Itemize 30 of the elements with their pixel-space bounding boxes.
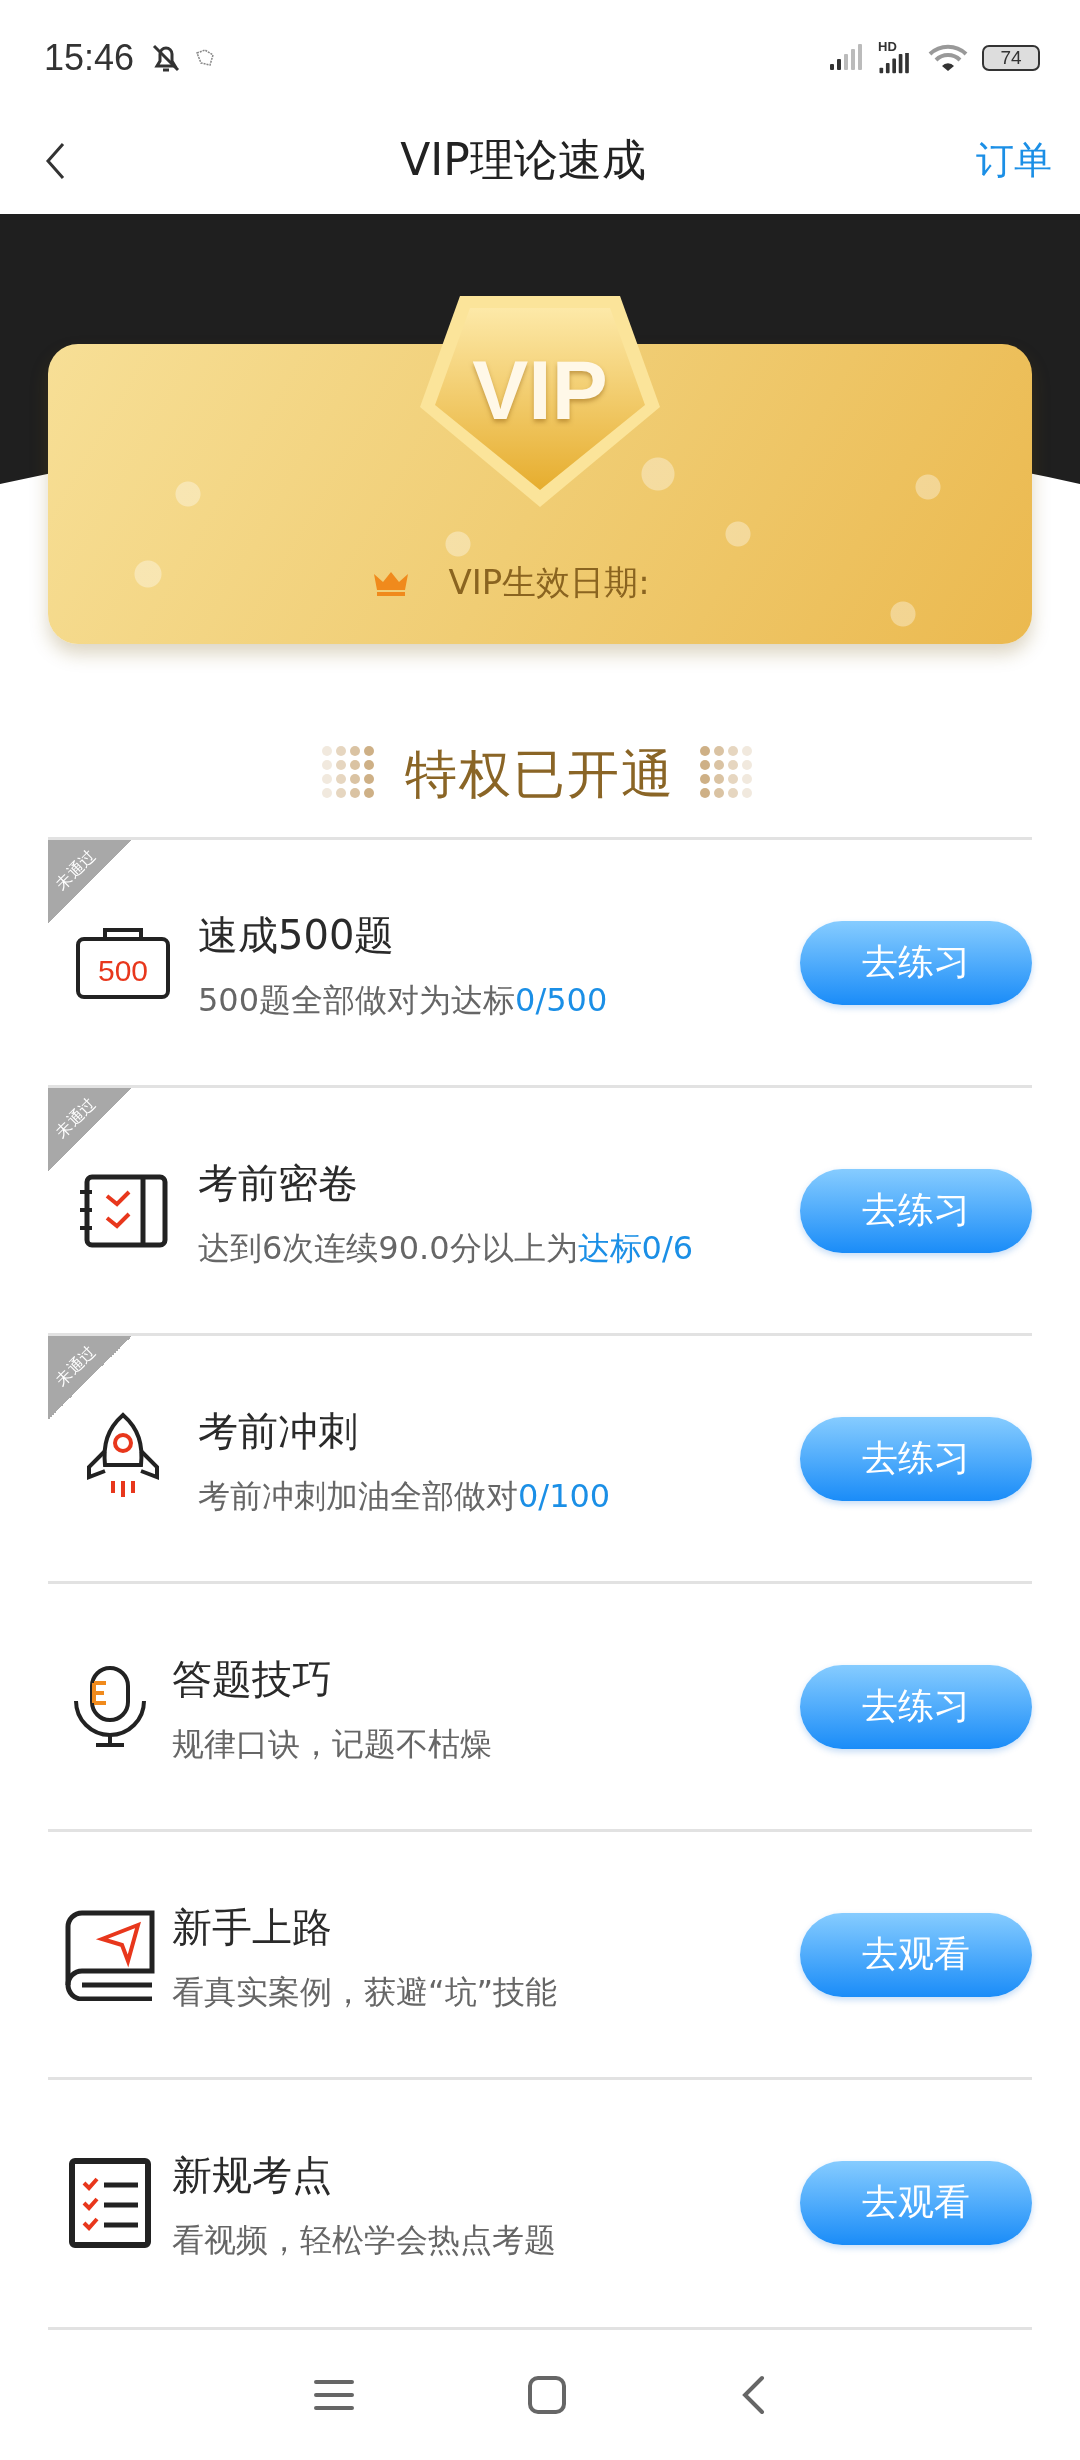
validity-label: VIP生效日期:	[448, 561, 650, 604]
ribbon-label: 未通过	[51, 1342, 100, 1391]
orders-link[interactable]: 订单	[976, 135, 1052, 186]
status-time: 15:46	[44, 36, 135, 79]
action-button[interactable]: 去练习	[800, 1168, 1032, 1253]
item-description: 看视频，轻松学会热点考题	[172, 2220, 557, 2261]
item-title: 答题技巧	[172, 1655, 333, 1704]
item-title: 新规考点	[172, 2151, 333, 2200]
checklist-icon	[68, 2156, 152, 2249]
item-description: 达到6次连续90.0分以上为达标0/6	[198, 1228, 695, 1269]
item-title: 新手上路	[172, 1903, 333, 1952]
action-button[interactable]: 去练习	[800, 1664, 1032, 1749]
item-title: 考前冲刺	[198, 1407, 359, 1456]
battery-indicator: 74	[982, 44, 1040, 71]
action-button[interactable]: 去观看	[800, 1912, 1032, 1997]
action-button[interactable]: 去练习	[800, 1416, 1032, 1501]
item-description: 看真实案例，获避“坑”技能	[172, 1972, 559, 2013]
page-title: VIP理论速成	[400, 133, 646, 187]
item-description: 规律口诀，记题不枯燥	[172, 1724, 493, 1765]
ribbon-label: 未通过	[51, 1094, 100, 1143]
network-label: HD	[878, 40, 897, 53]
action-button[interactable]: 去练习	[800, 920, 1032, 1005]
item-description: 考前冲刺加油全部做对0/100	[198, 1476, 612, 1517]
item-description: 500题全部做对为达标0/500	[198, 980, 609, 1021]
checklist-notebook-icon	[77, 1173, 169, 1248]
item-title: 考前密卷	[198, 1159, 359, 1208]
section-title: 特权已开通	[405, 742, 675, 806]
ribbon-label: 未通过	[51, 846, 100, 895]
item-title: 速成500题	[198, 911, 396, 960]
action-button[interactable]: 去观看	[800, 2160, 1032, 2245]
